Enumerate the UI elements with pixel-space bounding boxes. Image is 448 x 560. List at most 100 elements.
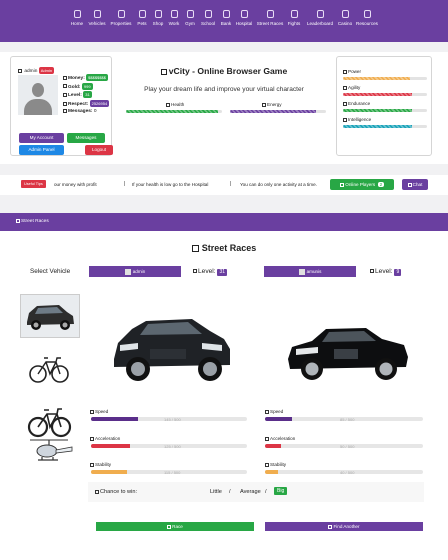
- find-another-button[interactable]: Find Another: [265, 522, 423, 531]
- role-badge: Admin: [38, 67, 55, 74]
- attr-agility-bar: [343, 93, 427, 96]
- attr-intelligence-label: Intelligence: [343, 117, 371, 122]
- online-players-button[interactable]: Online Players 2: [330, 179, 394, 190]
- top-navbar: Home Vehicles Properties Pets Shop Work …: [0, 0, 448, 42]
- stat-respect: Respect: 2526954: [63, 99, 110, 109]
- player-level: Level: 31: [193, 268, 228, 276]
- health-label: Health: [166, 102, 184, 107]
- player-name-bar: admin: [89, 266, 181, 277]
- gold-icon: [63, 84, 67, 89]
- acceleration-icon: [90, 436, 94, 441]
- player-speed-label: Speed: [90, 409, 108, 414]
- dollar-icon: [363, 10, 371, 18]
- game-logo-icon: [160, 68, 167, 75]
- trophy-icon: [316, 10, 324, 18]
- dumbbell-icon: [186, 10, 194, 18]
- attributes-card: Power Agility Endurance Intelligence: [336, 56, 432, 156]
- admin-panel-button[interactable]: Admin Panel: [19, 145, 64, 155]
- player-stability-value: 115 / 500: [164, 470, 181, 475]
- opponent-stability-label: Stability: [265, 462, 286, 467]
- level-icon: [63, 92, 67, 97]
- flag-icon: [266, 10, 274, 18]
- attr-endurance-label: Endurance: [343, 101, 370, 106]
- opponent-stability-value: 40 / 500: [340, 470, 355, 475]
- speed-icon: [90, 409, 94, 414]
- fist-icon: [290, 10, 298, 18]
- tip-message: You can do only one activity at a time.: [240, 182, 317, 187]
- dice-icon: [95, 489, 99, 494]
- paw-icon: [138, 10, 146, 18]
- bank-icon: [222, 10, 230, 18]
- chat-button[interactable]: Chat: [402, 179, 428, 190]
- hospital-icon: [240, 10, 248, 18]
- stat-gold: Gold: 999: [63, 82, 109, 92]
- tips-tag: Useful Tips: [21, 180, 46, 188]
- opponent-speed-value: 85 / 500: [340, 417, 355, 422]
- stat-money: Money: $$$$$$$$: [63, 74, 109, 83]
- game-subtitle: Play your dream life and improve your vi…: [144, 86, 304, 93]
- opponent-level: Level: 9: [370, 268, 402, 276]
- my-account-button[interactable]: My Account: [19, 133, 64, 143]
- suv-icon: [27, 305, 74, 330]
- attr-endurance-bar: [343, 109, 427, 112]
- player-speed-value: 145 / 500: [164, 417, 181, 422]
- tips-ticker: Useful Tips our money with profit | If y…: [0, 175, 448, 195]
- envelope-icon: [63, 109, 67, 114]
- intelligence-icon: [343, 117, 347, 122]
- game-title: vCity - Online Browser Game: [118, 66, 330, 76]
- cart-icon: [154, 10, 162, 18]
- speed-icon: [265, 409, 269, 414]
- stability-icon: [265, 462, 269, 467]
- endurance-icon: [343, 101, 347, 106]
- logout-button[interactable]: Logout: [85, 145, 113, 155]
- helicopter-icon: [30, 439, 73, 461]
- header-title-area: vCity - Online Browser Game Play your dr…: [118, 66, 330, 93]
- respect-icon: [63, 101, 67, 106]
- username: admin: [24, 69, 38, 74]
- home-icon: [73, 10, 81, 18]
- user-icon: [18, 68, 22, 73]
- opponent-vehicle-image: [288, 328, 408, 380]
- chance-label: Chance to win:: [95, 489, 137, 495]
- attr-power-label: Power: [343, 69, 361, 74]
- nav-item-hospital[interactable]: Hospital: [233, 10, 255, 26]
- vehicle-option-bicycle[interactable]: [20, 346, 80, 390]
- stability-icon: [90, 462, 94, 467]
- flag-icon: [16, 218, 20, 223]
- attr-power-bar: [343, 77, 427, 80]
- chat-icon: [407, 182, 412, 187]
- chance-to-win: Chance to win: Little / Average / Big: [88, 482, 424, 502]
- chance-option-big: Big: [274, 487, 288, 495]
- messages-button[interactable]: Messages: [67, 133, 105, 143]
- player-acceleration-value: 125 / 500: [164, 444, 181, 449]
- acceleration-icon: [265, 436, 269, 441]
- nav-item-fights[interactable]: Fights: [283, 10, 305, 26]
- briefcase-icon: [170, 10, 178, 18]
- chance-option-average: Average: [240, 489, 261, 495]
- users-icon: [340, 182, 345, 187]
- opponent-acceleration-value: 50 / 500: [340, 444, 355, 449]
- diamond-icon: [341, 10, 349, 18]
- level-icon: [370, 269, 374, 274]
- avatar: [298, 268, 305, 275]
- tip-message: If your health is low go to the Hospital: [132, 182, 209, 187]
- status-panel: admin Admin Money: $$$$$$$$ Gold: 999 Le…: [0, 52, 448, 164]
- bicycle-icon: [29, 357, 69, 383]
- vehicle-option-suv[interactable]: [20, 294, 80, 338]
- online-count-badge: 2: [378, 182, 384, 187]
- avatar: [124, 268, 131, 275]
- attr-agility-label: Agility: [343, 85, 360, 90]
- opponent-name-bar: amunis: [264, 266, 356, 277]
- nav-item-resources[interactable]: Resources: [356, 10, 378, 26]
- section-header: Street Races: [0, 213, 448, 231]
- graduation-cap-icon: [204, 10, 212, 18]
- opponent-speed-label: Speed: [265, 409, 283, 414]
- profile-stats: Money: $$$$$$$$ Gold: 999 Level: 31 Resp…: [63, 74, 110, 116]
- agility-icon: [343, 85, 347, 90]
- stat-level: Level: 31: [63, 91, 109, 100]
- vehicle-option-helicopter[interactable]: [20, 435, 80, 479]
- race-button[interactable]: Race: [96, 522, 254, 531]
- street-races-panel: Street Races Select Vehicle admin Level:…: [0, 231, 448, 560]
- flag-icon: [191, 245, 199, 253]
- health-bar: [126, 110, 222, 113]
